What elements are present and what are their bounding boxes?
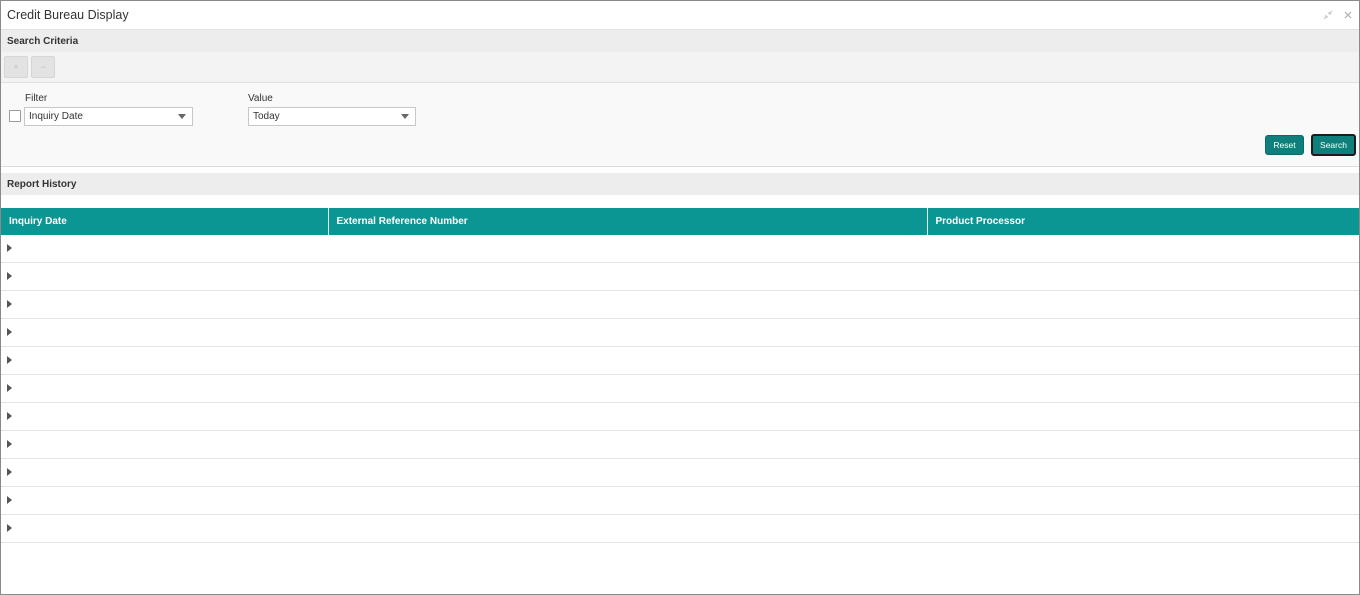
cell-external-reference-number bbox=[328, 486, 927, 515]
cell-product-processor bbox=[927, 346, 1359, 375]
minus-icon: − bbox=[40, 62, 46, 72]
caret-right-icon[interactable] bbox=[7, 272, 12, 281]
table-header-row: Inquiry Date External Reference Number P… bbox=[1, 208, 1359, 235]
caret-right-icon[interactable] bbox=[7, 496, 12, 505]
table-row[interactable] bbox=[1, 318, 1359, 347]
cell-product-processor bbox=[927, 235, 1359, 263]
cell-external-reference-number bbox=[328, 430, 927, 459]
plus-icon: + bbox=[13, 62, 19, 72]
table-row[interactable] bbox=[1, 235, 1359, 263]
table-row[interactable] bbox=[1, 514, 1359, 543]
cell-inquiry-date bbox=[1, 402, 328, 431]
cell-product-processor bbox=[927, 402, 1359, 431]
table-row[interactable] bbox=[1, 374, 1359, 403]
cell-inquiry-date bbox=[1, 430, 328, 459]
cell-product-processor bbox=[927, 514, 1359, 543]
report-history-header: Report History bbox=[1, 173, 1359, 195]
search-criteria-header: Search Criteria bbox=[1, 30, 1359, 52]
cell-external-reference-number bbox=[328, 458, 927, 487]
cell-inquiry-date bbox=[1, 374, 328, 403]
window-controls bbox=[1323, 10, 1353, 20]
table-row[interactable] bbox=[1, 262, 1359, 291]
cell-external-reference-number bbox=[328, 235, 927, 263]
cell-product-processor bbox=[927, 486, 1359, 515]
filter-select[interactable]: Inquiry Date bbox=[24, 107, 193, 126]
minimize-arrows-icon[interactable] bbox=[1323, 10, 1333, 20]
remove-criteria-button[interactable]: − bbox=[31, 56, 55, 78]
criteria-row-checkbox[interactable] bbox=[9, 110, 21, 122]
caret-right-icon[interactable] bbox=[7, 300, 12, 309]
cell-external-reference-number bbox=[328, 402, 927, 431]
table-row[interactable] bbox=[1, 458, 1359, 487]
caret-right-icon[interactable] bbox=[7, 356, 12, 365]
close-icon[interactable] bbox=[1343, 10, 1353, 20]
cell-external-reference-number bbox=[328, 318, 927, 347]
cell-inquiry-date bbox=[1, 458, 328, 487]
cell-product-processor bbox=[927, 318, 1359, 347]
cell-product-processor bbox=[927, 290, 1359, 319]
cell-product-processor bbox=[927, 458, 1359, 487]
search-criteria-panel: Search Criteria + − Filter Inquiry Date … bbox=[1, 30, 1359, 167]
cell-product-processor bbox=[927, 374, 1359, 403]
column-header-external-reference-number[interactable]: External Reference Number bbox=[328, 208, 928, 235]
filter-label: Filter bbox=[25, 93, 48, 104]
caret-right-icon[interactable] bbox=[7, 384, 12, 393]
value-label: Value bbox=[248, 93, 273, 104]
cell-product-processor bbox=[927, 262, 1359, 291]
value-select[interactable]: Today bbox=[248, 107, 416, 126]
report-gap bbox=[1, 195, 1359, 208]
caret-right-icon[interactable] bbox=[7, 524, 12, 533]
cell-inquiry-date bbox=[1, 262, 328, 291]
caret-down-icon bbox=[401, 114, 409, 119]
cell-external-reference-number bbox=[328, 346, 927, 375]
filter-selected-value: Inquiry Date bbox=[29, 111, 83, 122]
caret-right-icon[interactable] bbox=[7, 328, 12, 337]
table-row[interactable] bbox=[1, 346, 1359, 375]
caret-down-icon bbox=[178, 114, 186, 119]
cell-product-processor bbox=[927, 430, 1359, 459]
table-row[interactable] bbox=[1, 290, 1359, 319]
column-header-product-processor[interactable]: Product Processor bbox=[927, 208, 1359, 235]
cell-external-reference-number bbox=[328, 374, 927, 403]
cell-inquiry-date bbox=[1, 346, 328, 375]
table-row[interactable] bbox=[1, 402, 1359, 431]
caret-right-icon[interactable] bbox=[7, 440, 12, 449]
cell-inquiry-date bbox=[1, 486, 328, 515]
report-history-table: Inquiry Date External Reference Number P… bbox=[1, 208, 1359, 543]
cell-inquiry-date bbox=[1, 290, 328, 319]
criteria-toolbar: + − bbox=[1, 52, 1359, 83]
credit-bureau-display-window: Credit Bureau Display Search Criteria + … bbox=[0, 0, 1360, 595]
column-header-inquiry-date[interactable]: Inquiry Date bbox=[1, 208, 329, 235]
title-bar: Credit Bureau Display bbox=[1, 1, 1359, 30]
cell-external-reference-number bbox=[328, 262, 927, 291]
cell-external-reference-number bbox=[328, 290, 927, 319]
table-row[interactable] bbox=[1, 430, 1359, 459]
caret-right-icon[interactable] bbox=[7, 244, 12, 253]
search-button[interactable]: Search bbox=[1311, 134, 1356, 156]
table-row[interactable] bbox=[1, 486, 1359, 515]
reset-button[interactable]: Reset bbox=[1265, 135, 1304, 155]
cell-external-reference-number bbox=[328, 514, 927, 543]
caret-right-icon[interactable] bbox=[7, 412, 12, 421]
cell-inquiry-date bbox=[1, 514, 328, 543]
cell-inquiry-date bbox=[1, 318, 328, 347]
table-body bbox=[1, 235, 1359, 543]
caret-right-icon[interactable] bbox=[7, 468, 12, 477]
cell-inquiry-date bbox=[1, 235, 328, 263]
value-selected-value: Today bbox=[253, 111, 280, 122]
window-title: Credit Bureau Display bbox=[7, 8, 129, 22]
add-criteria-button[interactable]: + bbox=[4, 56, 28, 78]
criteria-body: Filter Inquiry Date Value Today Reset Se… bbox=[1, 83, 1359, 167]
